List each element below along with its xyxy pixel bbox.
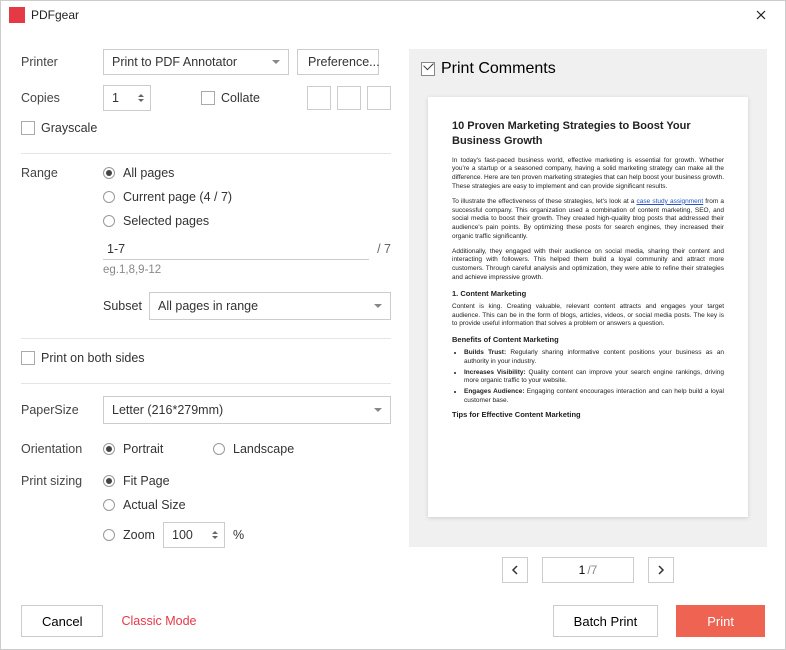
papersize-label: PaperSize — [21, 403, 103, 417]
range-current-radio[interactable] — [103, 191, 115, 203]
page-indicator[interactable]: 1 /7 — [542, 557, 634, 583]
preferences-button[interactable]: Preference... — [297, 49, 379, 75]
portrait-label: Portrait — [123, 442, 213, 456]
page-prev-button[interactable] — [502, 557, 528, 583]
zoom-input[interactable]: 100 — [163, 522, 225, 548]
range-all-label: All pages — [123, 166, 174, 180]
actual-radio[interactable] — [103, 499, 115, 511]
subset-label: Subset — [103, 299, 149, 313]
printer-label: Printer — [21, 55, 103, 69]
both-sides-label: Print on both sides — [41, 351, 145, 365]
layout-1-icon[interactable] — [307, 86, 331, 110]
collate-checkbox[interactable] — [201, 91, 215, 105]
range-selected-radio[interactable] — [103, 215, 115, 227]
range-selected-label: Selected pages — [123, 214, 209, 228]
collate-label: Collate — [221, 91, 260, 105]
spin-down-icon[interactable] — [212, 536, 218, 539]
range-all-radio[interactable] — [103, 167, 115, 179]
orientation-label: Orientation — [21, 442, 103, 456]
fitpage-label: Fit Page — [123, 474, 170, 488]
portrait-radio[interactable] — [103, 443, 115, 455]
actual-label: Actual Size — [123, 498, 186, 512]
pages-input[interactable] — [103, 238, 369, 260]
print-button[interactable]: Print — [676, 605, 765, 637]
app-title: PDFgear — [31, 8, 745, 22]
print-comments-label: Print Comments — [441, 60, 556, 78]
batch-print-button[interactable]: Batch Print — [553, 605, 659, 637]
zoom-radio[interactable] — [103, 529, 115, 541]
both-sides-checkbox[interactable] — [21, 351, 35, 365]
spin-up-icon[interactable] — [138, 94, 144, 97]
print-comments-checkbox[interactable] — [421, 62, 435, 76]
sizing-label: Print sizing — [21, 474, 103, 488]
printer-select[interactable]: Print to PDF Annotator — [103, 49, 289, 75]
fitpage-radio[interactable] — [103, 475, 115, 487]
layout-2-icon[interactable] — [337, 86, 361, 110]
spin-down-icon[interactable] — [138, 99, 144, 102]
papersize-select[interactable]: Letter (216*279mm) — [103, 396, 391, 424]
zoom-label: Zoom — [123, 528, 163, 542]
grayscale-checkbox[interactable] — [21, 121, 35, 135]
layout-3-icon[interactable] — [367, 86, 391, 110]
cancel-button[interactable]: Cancel — [21, 605, 103, 637]
page-next-button[interactable] — [648, 557, 674, 583]
preview-page: 10 Proven Marketing Strategies to Boost … — [428, 97, 748, 517]
subset-select[interactable]: All pages in range — [149, 292, 391, 320]
close-button[interactable] — [745, 3, 777, 27]
preview-area: 10 Proven Marketing Strategies to Boost … — [409, 89, 767, 547]
copies-input[interactable]: 1 — [103, 85, 151, 111]
app-icon — [9, 7, 25, 23]
pages-total: / 7 — [377, 242, 391, 256]
pages-hint: eg.1,8,9-12 — [103, 264, 391, 276]
landscape-label: Landscape — [233, 442, 294, 456]
range-label: Range — [21, 166, 103, 180]
classic-mode-link[interactable]: Classic Mode — [121, 614, 196, 628]
copies-label: Copies — [21, 91, 103, 105]
spin-up-icon[interactable] — [212, 531, 218, 534]
pct-label: % — [233, 528, 244, 542]
doc-link: case study assignment — [637, 198, 704, 205]
landscape-radio[interactable] — [213, 443, 225, 455]
grayscale-label: Grayscale — [41, 121, 97, 135]
range-current-label: Current page (4 / 7) — [123, 190, 232, 204]
doc-title: 10 Proven Marketing Strategies to Boost … — [452, 119, 724, 149]
